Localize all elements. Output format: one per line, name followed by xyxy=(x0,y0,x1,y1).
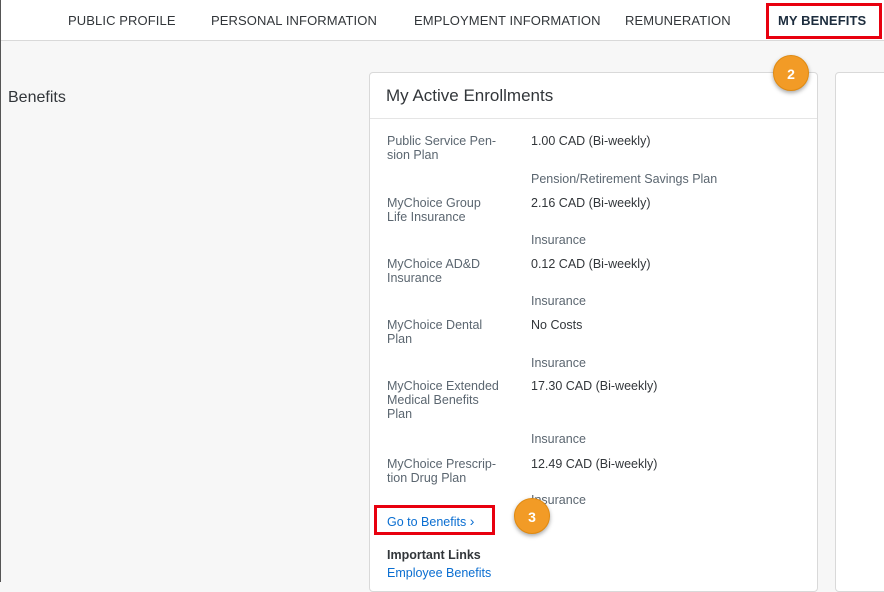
enrollment-name: MyChoice Dental Plan xyxy=(387,318,483,346)
enrollment-name: MyChoice Extended Medical Benefits Plan xyxy=(387,379,499,421)
enrollment-cost: 0.12 CAD (Bi-weekly) xyxy=(531,257,651,271)
link-highlight-box xyxy=(374,505,495,535)
top-navigation: PUBLIC PROFILE PERSONAL INFORMATION EMPL… xyxy=(1,0,884,41)
employee-benefits-link[interactable]: Employee Benefits xyxy=(387,566,491,580)
important-links-heading: Important Links xyxy=(387,548,481,562)
window-edge xyxy=(0,0,1,582)
enrollment-cost: No Costs xyxy=(531,318,583,332)
enrollment-cost: 2.16 CAD (Bi-weekly) xyxy=(531,196,651,210)
tab-personal-information[interactable]: PERSONAL INFORMATION xyxy=(211,13,377,28)
tab-highlight-box xyxy=(766,3,882,39)
enrollment-name: MyChoice AD&D Insurance xyxy=(387,257,481,285)
tab-employment-information[interactable]: EMPLOYMENT INFORMATION xyxy=(414,13,601,28)
card-title: My Active Enrollments xyxy=(386,86,554,105)
enrollment-name: MyChoice Group Life Insurance xyxy=(387,196,481,224)
enrollment-category: Pension/Retirement Savings Plan xyxy=(531,172,718,186)
enrollment-category: Insurance xyxy=(531,356,586,370)
enrollment-category: Insurance xyxy=(531,233,586,247)
step-3-callout: 3 xyxy=(514,498,550,534)
card-header: My Active Enrollments xyxy=(370,73,817,119)
step-2-callout: 2 xyxy=(773,55,809,91)
enrollment-cost: 12.49 CAD (Bi-weekly) xyxy=(531,457,658,471)
enrollment-category: Insurance xyxy=(531,432,586,446)
enrollment-name: Public Service Pen-sion Plan xyxy=(387,134,497,162)
right-side-card xyxy=(835,72,884,592)
section-title: Benefits xyxy=(8,89,66,106)
enrollment-cost: 17.30 CAD (Bi-weekly) xyxy=(531,379,658,393)
tab-public-profile[interactable]: PUBLIC PROFILE xyxy=(68,13,176,28)
enrollment-category: Insurance xyxy=(531,294,586,308)
enrollment-cost: 1.00 CAD (Bi-weekly) xyxy=(531,134,651,148)
tab-remuneration[interactable]: REMUNERATION xyxy=(625,13,731,28)
enrollment-name: MyChoice Prescrip-tion Drug Plan xyxy=(387,457,497,485)
